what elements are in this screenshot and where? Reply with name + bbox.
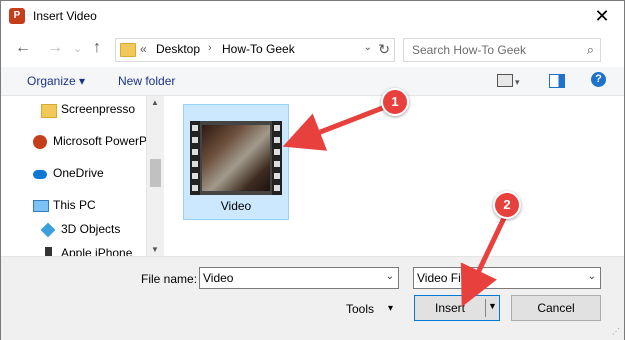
sidebar-item-onedrive[interactable]: OneDrive [33, 166, 104, 186]
film-hole [192, 185, 198, 191]
breadcrumb-separator-icon[interactable]: › [208, 42, 212, 54]
up-icon[interactable]: ↑ [93, 39, 101, 57]
folder-icon [120, 43, 136, 57]
powerpoint-icon [33, 135, 47, 149]
title-bar: P Insert Video ✕ [1, 1, 624, 31]
file-item-video[interactable]: Video [183, 104, 289, 220]
tools-dropdown-icon[interactable]: ▾ [388, 303, 393, 314]
insert-dropdown-icon[interactable]: ▼ [488, 301, 497, 311]
preview-pane-icon[interactable] [549, 74, 565, 88]
sidebar-item-screenpresso[interactable]: Screenpresso [41, 102, 136, 122]
back-icon[interactable]: ← [15, 39, 31, 57]
search-icon[interactable]: ⌕ [587, 42, 594, 58]
file-list: Video [164, 96, 624, 256]
film-hole [274, 149, 280, 155]
close-button[interactable]: ✕ [588, 5, 616, 27]
callout-badge-2: 2 [493, 191, 521, 219]
computer-icon [33, 200, 49, 212]
address-dropdown-icon[interactable]: ⌄ [364, 42, 372, 53]
sidebar-item-label: Screenpresso [61, 102, 136, 116]
scroll-down-icon[interactable]: ▼ [151, 245, 159, 254]
sidebar-item-microsoft-powerpoint[interactable]: Microsoft PowerP [33, 134, 148, 154]
search-placeholder: Search How-To Geek [412, 43, 527, 57]
cube-icon [40, 222, 56, 238]
phone-icon [45, 247, 52, 256]
cloud-icon [33, 170, 47, 179]
film-hole [192, 173, 198, 179]
forward-icon[interactable]: → [47, 39, 63, 57]
breadcrumb-overflow-icon[interactable]: « [140, 42, 147, 56]
chevron-down-icon[interactable]: ⌄ [386, 271, 394, 282]
organize-menu[interactable]: Organize ▾ [27, 74, 85, 88]
film-hole [274, 137, 280, 143]
film-hole [192, 137, 198, 143]
view-dropdown-icon[interactable]: ▾ [515, 77, 520, 88]
insert-button-label: Insert [434, 301, 465, 315]
navigation-bar: ← → ⌄ ↑ « Desktop › How-To Geek ⌄ ↻ Sear… [1, 31, 624, 67]
powerpoint-app-icon: P [9, 8, 25, 24]
breadcrumb-how-to-geek[interactable]: How-To Geek [222, 42, 295, 56]
file-type-select[interactable]: Video Fil ⌄ [413, 267, 601, 289]
command-toolbar: Organize ▾ New folder ▾ ? [1, 67, 624, 96]
recent-dropdown-icon[interactable]: ⌄ [73, 42, 82, 55]
film-hole [274, 161, 280, 167]
file-name-field-label: File name: [141, 272, 198, 286]
film-strip-right [272, 121, 282, 195]
sidebar-item-label: Microsoft PowerP [53, 134, 148, 148]
sidebar-item-label: This PC [53, 198, 96, 212]
split-divider [485, 299, 486, 317]
navigation-pane: Screenpresso Microsoft PowerP OneDrive T… [1, 96, 164, 256]
film-strip-left [190, 121, 200, 195]
insert-video-dialog: P Insert Video ✕ ← → ⌄ ↑ « Desktop › How… [0, 0, 625, 340]
folder-icon [41, 104, 57, 118]
help-icon[interactable]: ? [591, 72, 606, 87]
navigation-scrollbar[interactable]: ▲ ▼ [146, 96, 164, 256]
film-hole [192, 125, 198, 131]
dialog-title: Insert Video [33, 9, 97, 23]
refresh-icon[interactable]: ↻ [378, 41, 390, 58]
resize-grip-icon[interactable]: ⋰ [612, 327, 620, 336]
new-folder-button[interactable]: New folder [118, 74, 175, 88]
sidebar-item-label: Apple iPhone [61, 246, 133, 256]
breadcrumb-desktop[interactable]: Desktop [156, 42, 200, 56]
film-hole [192, 161, 198, 167]
sidebar-item-this-pc[interactable]: This PC [33, 198, 96, 218]
search-input[interactable]: Search How-To Geek ⌕ [403, 38, 601, 62]
film-hole [274, 125, 280, 131]
callout-badge-1: 1 [381, 88, 409, 116]
sidebar-item-label: OneDrive [53, 166, 104, 180]
film-hole [192, 149, 198, 155]
file-type-value: Video Fil [417, 271, 464, 285]
video-thumbnail [190, 121, 282, 195]
scroll-thumb[interactable] [150, 159, 161, 187]
sidebar-item-3d-objects[interactable]: 3D Objects [40, 222, 121, 242]
video-frame-image [202, 125, 270, 191]
chevron-down-icon[interactable]: ⌄ [588, 271, 596, 282]
address-bar[interactable]: « Desktop › How-To Geek ⌄ ↻ [115, 38, 395, 62]
sidebar-item-label: 3D Objects [61, 222, 121, 236]
film-hole [274, 173, 280, 179]
sidebar-item-apple-iphone[interactable]: Apple iPhone [45, 246, 133, 256]
file-name-value: Video [203, 271, 234, 285]
file-name-label: Video [220, 199, 252, 213]
cancel-button[interactable]: Cancel [511, 295, 601, 321]
tools-menu[interactable]: Tools [346, 302, 374, 316]
insert-button[interactable]: Insert ▼ [414, 295, 500, 321]
dialog-footer: File name: Video ⌄ Video Fil ⌄ Tools ▾ I… [1, 256, 624, 340]
file-name-field[interactable]: Video ⌄ [199, 267, 399, 289]
film-hole [274, 185, 280, 191]
view-options-icon[interactable] [497, 74, 513, 87]
scroll-up-icon[interactable]: ▲ [151, 98, 159, 107]
